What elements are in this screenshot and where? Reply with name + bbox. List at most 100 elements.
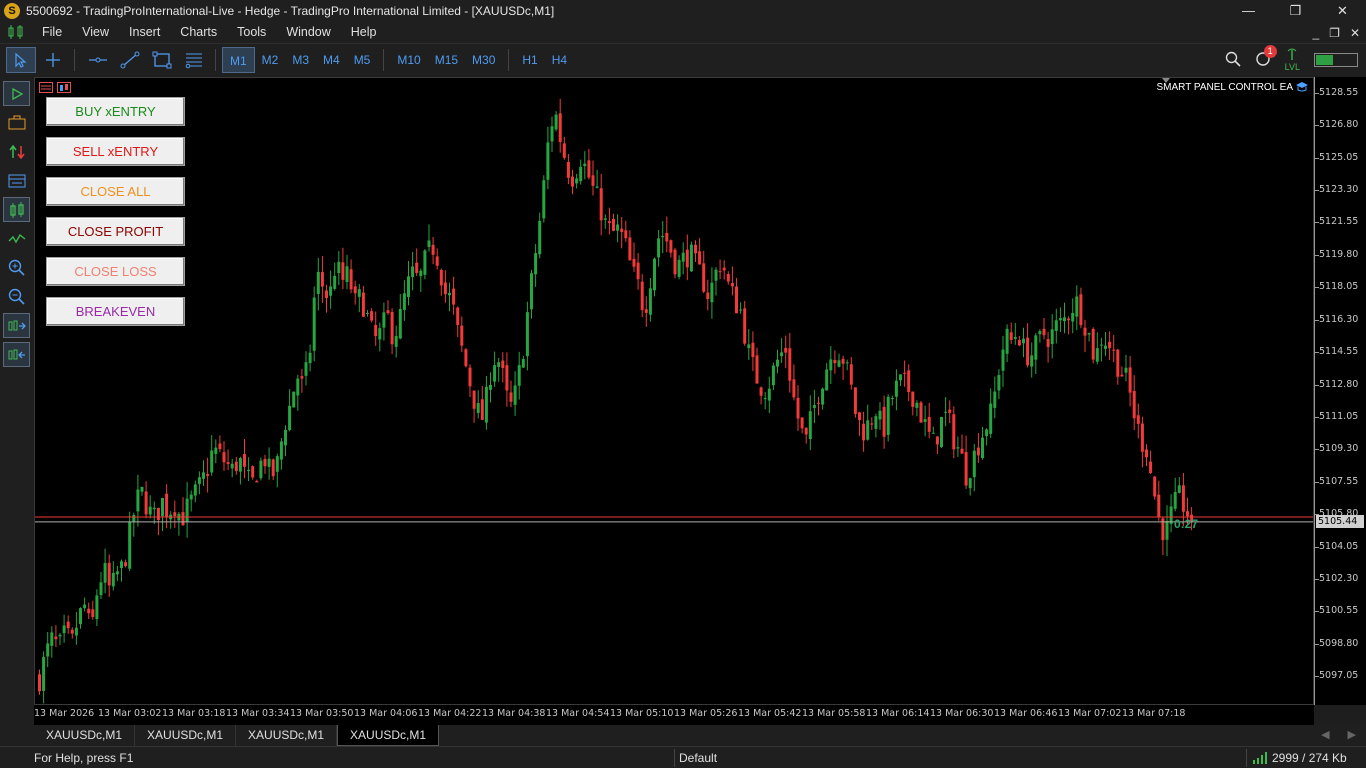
cursor-tool-button[interactable] — [6, 47, 36, 73]
zoom-in-button[interactable] — [3, 255, 30, 280]
close-all-button[interactable]: CLOSE ALL — [46, 177, 185, 206]
candle-body — [702, 263, 706, 292]
chart-window-icon — [6, 24, 28, 41]
algo-trading-button[interactable] — [3, 81, 30, 106]
breakeven-button[interactable]: BREAKEVEN — [46, 297, 185, 326]
horizontal-line-tool-button[interactable] — [83, 47, 113, 73]
price-tick-label: 5105.80 — [1319, 508, 1359, 520]
candle-body — [206, 474, 210, 476]
candle-body — [402, 293, 406, 310]
timeframe-m10[interactable]: M10 — [390, 47, 427, 73]
trendline-tool-button[interactable] — [115, 47, 145, 73]
menu-insert[interactable]: Insert — [119, 22, 170, 43]
candle-body — [521, 359, 525, 368]
terminal-button[interactable] — [3, 168, 30, 193]
chart-tab-4[interactable]: XAUUSDc,M1 — [337, 725, 440, 746]
candle-body — [837, 360, 841, 367]
candle-body — [845, 362, 849, 364]
timeframe-m1[interactable]: M1 — [222, 47, 255, 73]
sell-xentry-button[interactable]: SELL xENTRY — [46, 137, 185, 166]
chart-tab-1[interactable]: XAUUSDc,M1 — [34, 725, 136, 746]
search-button[interactable] — [1225, 51, 1241, 70]
menu-charts[interactable]: Charts — [170, 22, 227, 43]
trade-button[interactable] — [3, 139, 30, 164]
candle-body — [193, 484, 197, 496]
notifications-button[interactable]: 1 — [1255, 44, 1277, 70]
chart-tab-2[interactable]: XAUUSDc,M1 — [135, 725, 237, 746]
menu-view[interactable]: View — [72, 22, 119, 43]
rectangle-tool-button[interactable] — [147, 47, 177, 73]
mdi-close-button[interactable]: ✕ — [1350, 26, 1360, 40]
candle-body — [718, 271, 722, 273]
candle-body — [784, 347, 788, 353]
buy-xentry-button[interactable]: BUY xENTRY — [46, 97, 185, 126]
timeframe-h4[interactable]: H4 — [545, 47, 574, 73]
fibonacci-tool-button[interactable] — [179, 47, 209, 73]
maximize-button[interactable]: ❐ — [1272, 0, 1319, 22]
candle-body — [1087, 333, 1091, 335]
candle-body — [808, 411, 812, 439]
candle-body — [599, 188, 603, 221]
time-axis[interactable]: 13 Mar 2026 13 Mar 03:02 13 Mar 03:18 13 Ma… — [34, 705, 1314, 725]
candle-body — [1108, 341, 1112, 349]
candle-body — [1009, 332, 1013, 340]
close-profit-button[interactable]: CLOSE PROFIT — [46, 217, 185, 246]
chart-shift-button[interactable] — [3, 342, 30, 367]
close-loss-button[interactable]: CLOSE LOSS — [46, 257, 185, 286]
candle-body — [812, 405, 816, 408]
menu-help[interactable]: Help — [341, 22, 387, 43]
timeframe-h1[interactable]: H1 — [515, 47, 544, 73]
candle-body — [677, 259, 681, 277]
price-tick-label: 5104.05 — [1319, 540, 1359, 552]
tab-scroll-left-icon[interactable]: ◀ — [1321, 725, 1329, 746]
candlestick-chart[interactable] — [35, 78, 1314, 705]
menu-window[interactable]: Window — [276, 22, 340, 43]
chart-tab-3[interactable]: XAUUSDc,M1 — [236, 725, 338, 746]
price-tick-label: 5128.55 — [1319, 86, 1359, 98]
candle-body — [267, 458, 271, 467]
candle-body — [144, 491, 148, 515]
portfolio-button[interactable] — [3, 110, 30, 135]
candle-body — [1091, 328, 1095, 360]
timeframe-m4[interactable]: M4 — [316, 47, 347, 73]
timeframe-m3[interactable]: M3 — [285, 47, 316, 73]
candle-body — [566, 161, 570, 178]
mdi-minimize-button[interactable]: _ — [1312, 26, 1319, 40]
timeframe-m5[interactable]: M5 — [347, 47, 378, 73]
candle-body — [571, 176, 574, 187]
price-tick-label: 5123.30 — [1319, 184, 1359, 195]
tab-scroll-right-icon[interactable]: ▶ — [1348, 725, 1356, 746]
candle-body — [91, 609, 95, 617]
minimize-button[interactable]: — — [1225, 0, 1272, 22]
crosshair-tool-button[interactable] — [38, 47, 68, 73]
chart-area[interactable]: BUY xENTRY SELL xENTRY CLOSE ALL CLOSE P… — [34, 77, 1314, 705]
candle-body — [214, 447, 218, 454]
price-tick-label: 5114.55 — [1319, 346, 1359, 358]
timeframe-m2[interactable]: M2 — [255, 47, 286, 73]
chart-type-button[interactable] — [3, 197, 30, 222]
close-button[interactable]: ✕ — [1319, 0, 1366, 22]
signal-level-indicator[interactable]: LVL — [1285, 48, 1300, 72]
candle-body — [468, 367, 472, 387]
chart-settings-icon[interactable] — [57, 82, 71, 93]
menu-tools[interactable]: Tools — [227, 22, 276, 43]
timeframe-m15[interactable]: M15 — [428, 47, 465, 73]
notification-badge: 1 — [1263, 44, 1277, 58]
candle-body — [247, 469, 251, 472]
zoom-out-button[interactable] — [3, 284, 30, 309]
candle-body — [132, 514, 136, 522]
candle-body — [140, 486, 144, 492]
price-axis[interactable]: 5105.44 5128.55 5126.80 5125.05 5123.30 5121… — [1314, 77, 1366, 705]
candle-body — [562, 143, 566, 158]
timeframe-m30[interactable]: M30 — [465, 47, 502, 73]
menu-file[interactable]: File — [32, 22, 72, 43]
mdi-restore-button[interactable]: ❐ — [1329, 26, 1340, 40]
candle-body — [325, 290, 328, 298]
candle-body — [460, 325, 464, 346]
trade-list-icon[interactable] — [39, 82, 53, 93]
candle-body — [538, 220, 542, 255]
auto-scroll-button[interactable] — [3, 313, 30, 338]
time-tick-label: 13 Mar 04:54 — [546, 708, 610, 719]
indicators-button[interactable] — [3, 226, 30, 251]
candle-body — [1116, 349, 1120, 377]
